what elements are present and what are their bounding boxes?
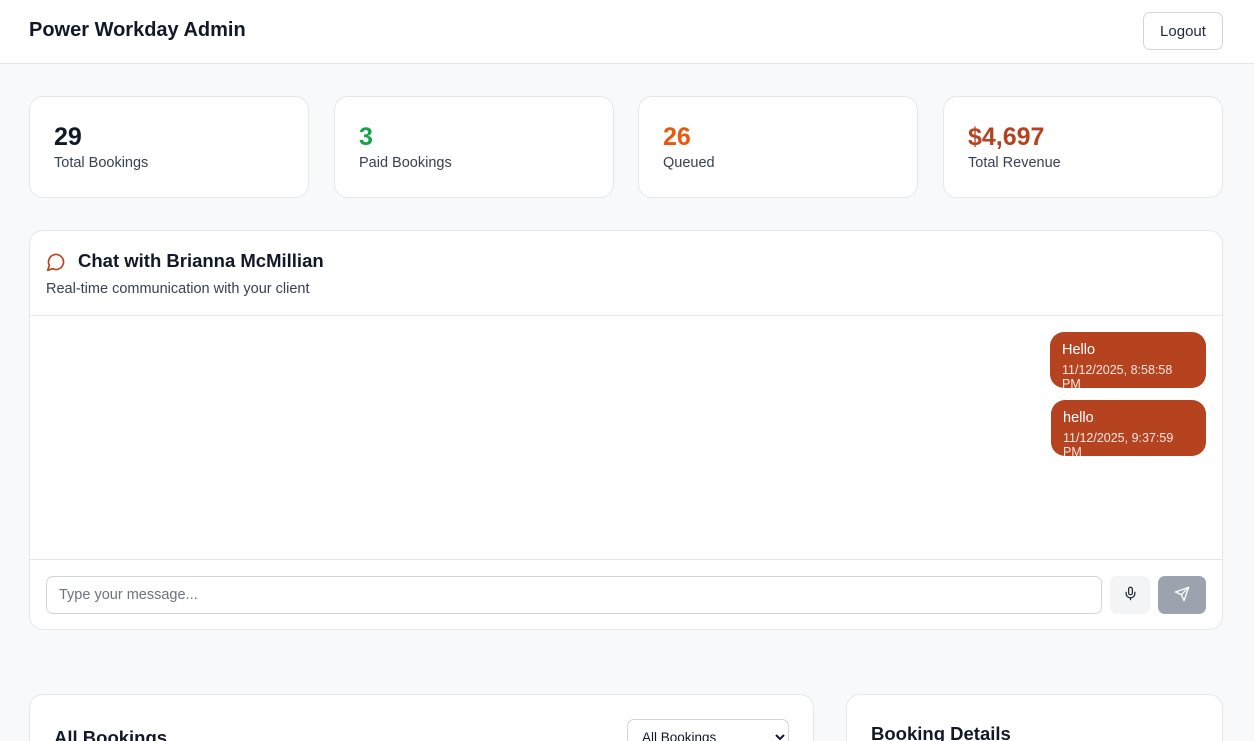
chat-title: Chat with Brianna McMillian xyxy=(78,250,324,271)
send-button[interactable] xyxy=(1158,576,1206,614)
stat-value: $4,697 xyxy=(968,123,1045,151)
stat-value: 29 xyxy=(54,123,82,151)
microphone-button[interactable] xyxy=(1110,576,1150,614)
stat-card-paid-bookings: 3 Paid Bookings xyxy=(334,96,614,198)
chat-header: Chat with Brianna McMillian Real-time co… xyxy=(30,231,1222,316)
chat-panel: Chat with Brianna McMillian Real-time co… xyxy=(29,230,1223,630)
message-text: Hello xyxy=(1062,342,1096,358)
stat-value: 3 xyxy=(359,123,373,151)
stat-label: Paid Bookings xyxy=(359,155,452,171)
stat-label: Total Revenue xyxy=(968,155,1061,171)
booking-details-title: Booking Details xyxy=(871,723,1011,741)
app-title: Power Workday Admin xyxy=(29,19,246,41)
stat-label: Queued xyxy=(663,155,715,171)
chat-composer xyxy=(30,559,1222,630)
stat-value: 26 xyxy=(663,123,691,151)
bookings-filter-select[interactable]: All Bookings xyxy=(627,719,789,741)
message-timestamp: 11/12/2025, 9:37:59 PM xyxy=(1063,431,1174,459)
message-input[interactable] xyxy=(46,576,1102,614)
chat-message: hello 11/12/2025, 9:37:59 PM xyxy=(1051,400,1206,459)
top-bar: Power Workday Admin Logout xyxy=(0,0,1254,64)
logout-button[interactable]: Logout xyxy=(1143,12,1223,50)
stat-card-total-revenue: $4,697 Total Revenue xyxy=(943,96,1223,198)
all-bookings-panel: All Bookings All Bookings xyxy=(29,694,814,741)
message-timestamp: 11/12/2025, 8:58:58 PM xyxy=(1062,363,1173,391)
chat-message: Hello 11/12/2025, 8:58:58 PM xyxy=(1050,332,1206,391)
chat-subtitle: Real-time communication with your client xyxy=(46,281,310,297)
message-text: hello xyxy=(1063,410,1094,426)
booking-details-panel: Booking Details xyxy=(846,694,1223,741)
all-bookings-title: All Bookings xyxy=(54,727,168,741)
stat-card-total-bookings: 29 Total Bookings xyxy=(29,96,309,198)
stat-card-queued: 26 Queued xyxy=(638,96,918,198)
message-circle-icon xyxy=(46,252,66,272)
send-icon xyxy=(1174,586,1190,605)
stat-label: Total Bookings xyxy=(54,155,149,171)
microphone-icon xyxy=(1123,586,1138,604)
